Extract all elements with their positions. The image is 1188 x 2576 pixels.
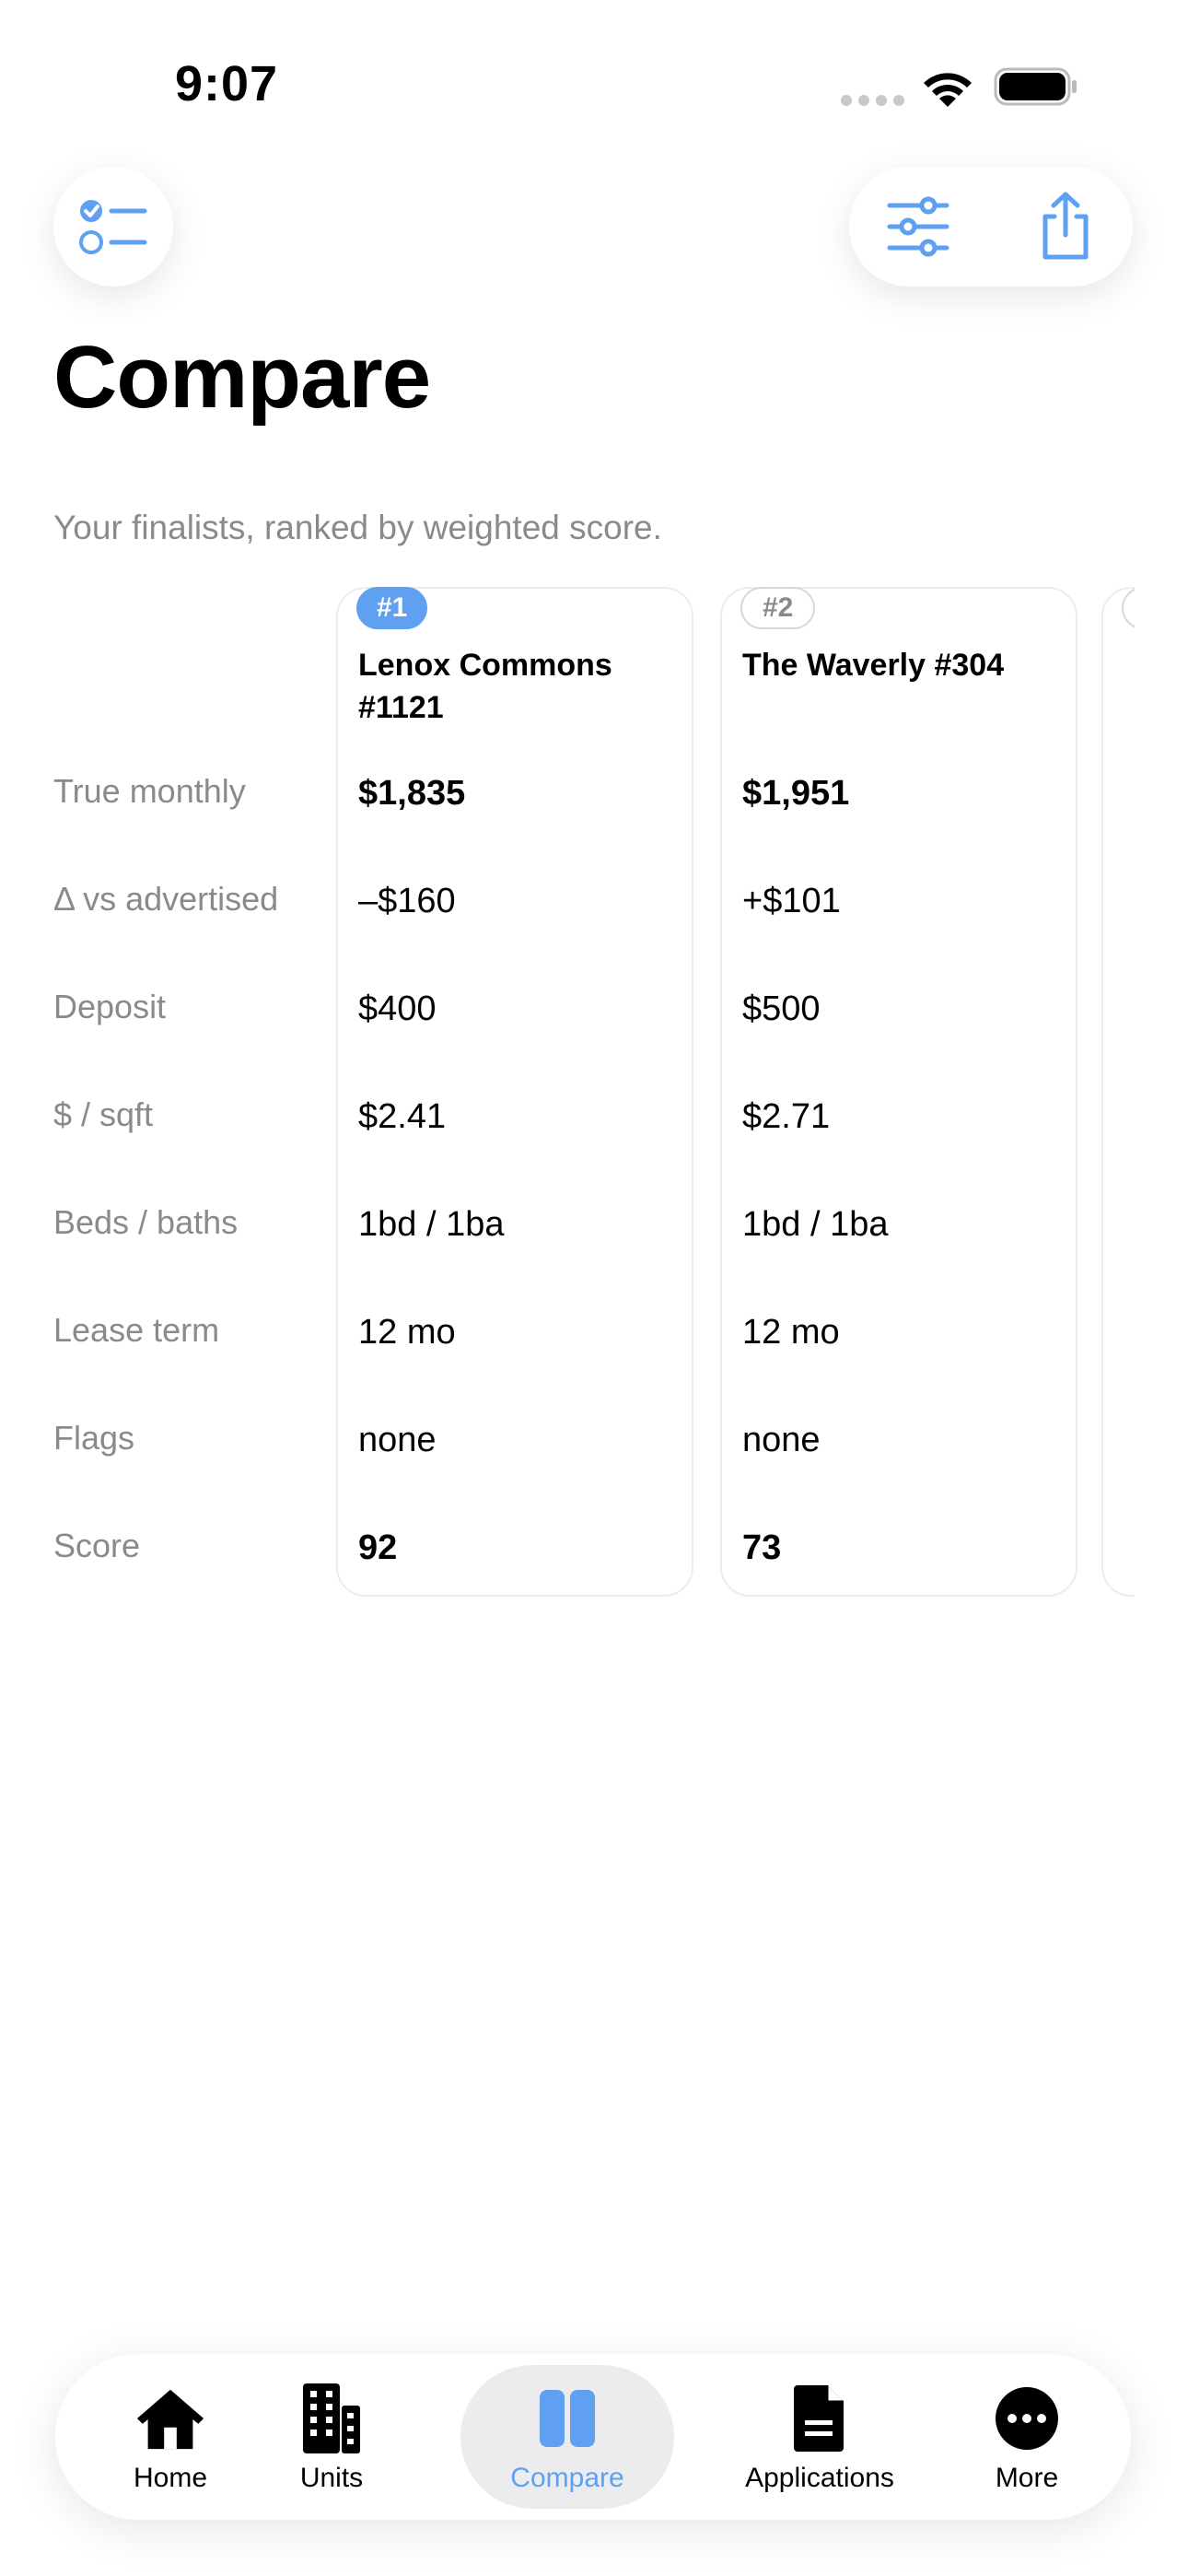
unit-name: The Waverly #304 [742, 648, 1005, 683]
cell-beds-baths: 1bd / 1ba [358, 1205, 505, 1244]
page-subtitle: Your finalists, ranked by weighted score… [53, 509, 662, 546]
finalist-card[interactable]: #2 The Waverly #304 $1,951 +$101 $500 $2… [720, 587, 1077, 1597]
battery-icon [994, 67, 1077, 106]
tab-label: Applications [745, 2463, 894, 2493]
ellipsis-circle-icon [990, 2382, 1064, 2455]
house-icon [134, 2382, 207, 2455]
tab-label: More [995, 2463, 1059, 2493]
cell-delta-advertised: –$160 [358, 882, 456, 920]
tab-label: Units [299, 2463, 364, 2493]
row-label-lease-term: Lease term [53, 1311, 220, 1349]
row-label-score: Score [53, 1527, 141, 1564]
unit-name: Lenox Commons #1121 [358, 648, 612, 725]
cell-true-monthly: $1,835 [358, 774, 466, 813]
building-icon [295, 2382, 368, 2455]
cell-score: 92 [358, 1528, 398, 1567]
share-icon[interactable] [1038, 191, 1093, 261]
sliders-icon[interactable] [886, 196, 950, 257]
row-label-true-monthly: True monthly [53, 772, 246, 810]
tab-label: Compare [510, 2463, 624, 2493]
cellular-signal-icon [841, 95, 904, 106]
status-time: 9:07 [175, 56, 279, 111]
cell-beds-baths: 1bd / 1ba [742, 1205, 889, 1244]
cell-delta-advertised: +$101 [742, 882, 841, 920]
toolbar-actions [849, 167, 1133, 287]
row-label-beds-baths: Beds / baths [53, 1203, 239, 1241]
tab-label: Home [133, 2463, 208, 2493]
cell-score: 73 [742, 1528, 782, 1567]
finalist-card[interactable]: #1 Lenox Commons #1121 $1,835 –$160 $400… [336, 587, 693, 1597]
rank-badge: #1 [356, 587, 428, 629]
tab-more[interactable]: More [967, 2354, 1087, 2520]
cell-lease-term: 12 mo [358, 1313, 456, 1352]
tab-applications[interactable]: Applications [700, 2354, 939, 2520]
checklist-icon [79, 200, 147, 254]
document-icon [783, 2382, 856, 2455]
finalist-card[interactable] [1101, 587, 1135, 1597]
cell-deposit: $400 [358, 989, 437, 1028]
select-finalists-button[interactable] [53, 167, 173, 287]
rank-badge: #2 [740, 587, 816, 629]
finalist-card-partial[interactable] [1101, 587, 1135, 1597]
cell-lease-term: 12 mo [742, 1313, 840, 1352]
row-label-deposit: Deposit [53, 988, 167, 1025]
cell-price-per-sqft: $2.71 [742, 1097, 831, 1136]
cell-deposit: $500 [742, 989, 821, 1028]
compare-columns-icon [530, 2382, 604, 2455]
status-bar: 9:07 [0, 0, 1188, 175]
cell-true-monthly: $1,951 [742, 774, 850, 813]
tab-bar: Home Units Compare Applications More [55, 2354, 1131, 2520]
cell-flags: none [742, 1421, 821, 1459]
page-title: Compare [53, 328, 431, 427]
cell-price-per-sqft: $2.41 [358, 1097, 447, 1136]
row-label-flags: Flags [53, 1419, 135, 1457]
wifi-icon [924, 73, 972, 107]
row-label-price-per-sqft: $ / sqft [53, 1095, 154, 1133]
tab-home[interactable]: Home [55, 2354, 285, 2520]
cell-flags: none [358, 1421, 437, 1459]
rank-badge [1122, 587, 1135, 629]
row-label-delta-advertised: Δ vs advertised [53, 880, 279, 918]
tab-units[interactable]: Units [276, 2354, 387, 2520]
tab-compare[interactable]: Compare [460, 2354, 674, 2520]
